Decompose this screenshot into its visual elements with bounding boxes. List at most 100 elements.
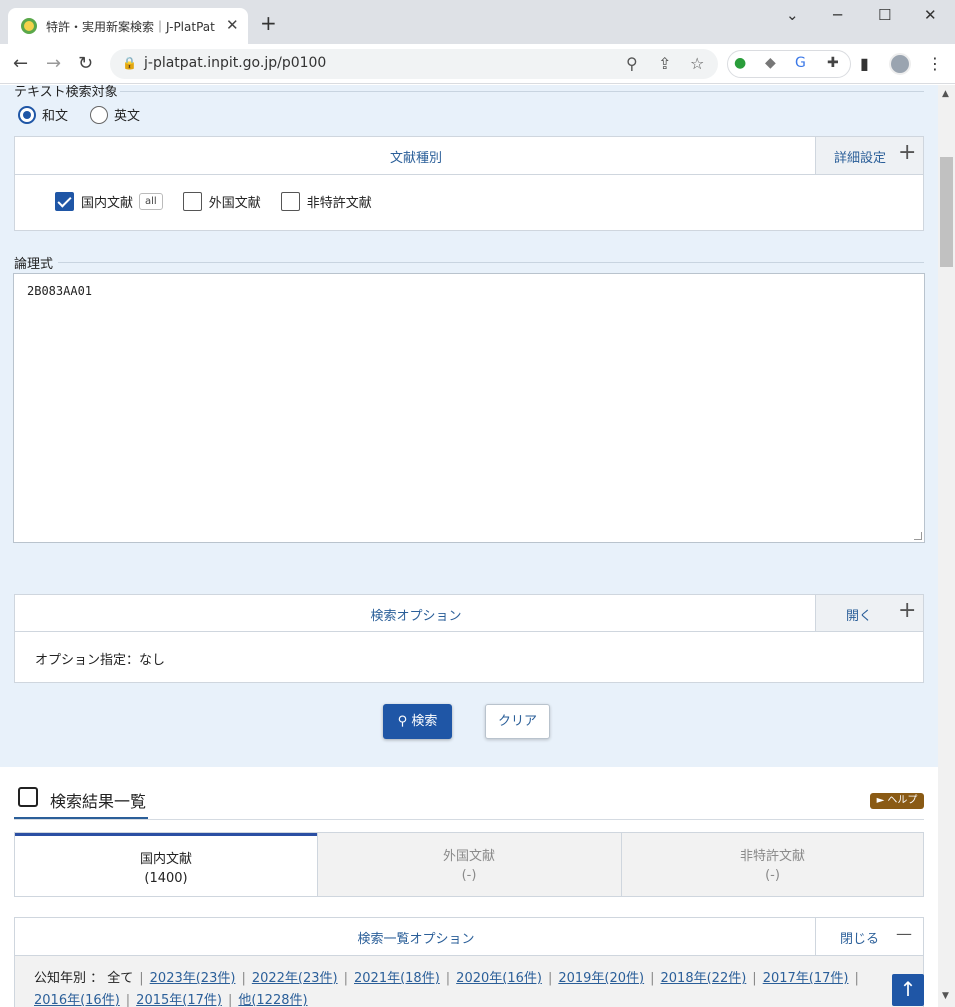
radio-japanese[interactable] <box>18 105 36 124</box>
year-filter-row: 公知年別 ： 全て | 2023年(23件) | 2022年(23件) | 2021年(18… <box>34 971 859 1007</box>
tab-non-patent[interactable]: 非特許文献 (-) <box>622 833 923 896</box>
search-button-label: 検索 <box>411 714 438 729</box>
checkbox-domestic-label[interactable]: 国内文献 <box>81 192 133 211</box>
year-link[interactable]: 2023年(23件) <box>150 971 236 986</box>
list-option-panel: 検索一覧オプション 閉じる — 公知年別 ： 全て | 2023年(23件) | 202… <box>14 917 924 1007</box>
list-option-header: 検索一覧オプション 閉じる — <box>15 918 923 956</box>
tab-domestic[interactable]: 国内文献 (1400) <box>15 833 317 896</box>
text-target-radio-group: 和文 英文 <box>18 105 162 124</box>
translate-extension-icon[interactable]: G <box>795 55 806 71</box>
new-tab-button[interactable]: + <box>260 13 277 33</box>
radio-japanese-label[interactable]: 和文 <box>42 105 68 124</box>
extensions-group: ● ◆ G ✚ <box>727 50 851 78</box>
detail-settings-label[interactable]: 詳細設定 <box>834 147 886 166</box>
text-target-legend: テキスト検索対象 <box>14 85 118 100</box>
radio-english-label[interactable]: 英文 <box>114 105 140 124</box>
help-button[interactable]: ► ヘルプ <box>870 793 924 809</box>
doc-type-header: 文献種別 詳細設定 + <box>15 137 923 175</box>
doc-type-panel: 文献種別 詳細設定 + 国内文献 all 外国文献 非特許文献 <box>14 136 924 231</box>
tab-search-icon[interactable]: ⌄ <box>786 6 799 24</box>
plus-icon[interactable]: + <box>898 599 916 623</box>
side-panel-icon[interactable]: ▮ <box>860 54 869 73</box>
tab-domestic-label: 国内文献 <box>139 852 192 867</box>
maximize-button[interactable]: ☐ <box>878 6 891 24</box>
tab-domestic-count: (1400) <box>144 871 188 886</box>
page-viewport: テキスト検索対象 和文 英文 文献種別 詳細設定 + 国内文献 all 外国文献 非特許… <box>0 85 938 1007</box>
tab-non-patent-count: (-) <box>765 868 780 883</box>
tab-close-icon[interactable]: ✕ <box>226 16 239 34</box>
year-link[interactable]: 2017年(17件) <box>763 971 849 986</box>
year-link[interactable]: 2020年(16件) <box>456 971 542 986</box>
option-status-text: オプション指定：なし <box>35 653 166 668</box>
zoom-icon[interactable]: ⚲ <box>626 54 638 73</box>
formula-textarea[interactable]: 2B083AA01 <box>13 273 925 543</box>
search-option-panel: 検索オプション 開く + オプション指定：なし <box>14 594 924 683</box>
tab-foreign[interactable]: 外国文献 (-) <box>318 833 620 896</box>
formula-value: 2B083AA01 <box>27 284 93 298</box>
back-to-top-button[interactable]: ↑ <box>892 974 924 1006</box>
reload-icon[interactable]: ↻ <box>78 53 93 74</box>
scrollbar-thumb[interactable] <box>940 157 953 267</box>
formula-divider <box>58 262 924 263</box>
year-filter-area: 公知年別 ： 全て | 2023年(23件) | 2022年(23件) | 2021年(18… <box>15 956 923 1007</box>
page-scrollbar[interactable]: ▲ ▼ <box>938 85 955 1007</box>
share-icon[interactable]: ⇪ <box>658 54 671 73</box>
year-link[interactable]: 2016年(16件) <box>34 993 120 1007</box>
browser-tab-bar: 特許・実用新案検索｜J-PlatPat [JPP] ✕ + ⌄ ─ ☐ ✕ <box>0 0 955 44</box>
close-window-button[interactable]: ✕ <box>924 6 937 24</box>
close-label[interactable]: 閉じる <box>840 928 879 947</box>
checkbox-foreign[interactable] <box>182 192 202 211</box>
plus-icon[interactable]: + <box>898 141 916 165</box>
doc-result-tabs: 国内文献 (1400) 外国文献 (-) 非特許文献 (-) <box>14 832 924 897</box>
results-title-underline <box>14 817 148 819</box>
omnibox[interactable]: 🔒 j-platpat.inpit.go.jp/p0100 ⚲ ⇪ ☆ <box>110 49 718 79</box>
browser-tab[interactable]: 特許・実用新案検索｜J-PlatPat [JPP] ✕ <box>8 8 248 44</box>
tab-foreign-label: 外国文献 <box>442 849 495 864</box>
all-badge[interactable]: all <box>139 193 163 210</box>
clear-button[interactable]: クリア <box>485 704 550 739</box>
doc-type-detail-toggle[interactable]: 詳細設定 + <box>815 137 923 174</box>
profile-avatar[interactable] <box>889 53 911 75</box>
doc-type-checkboxes: 国内文献 all 外国文献 非特許文献 <box>55 192 378 211</box>
open-label[interactable]: 開く <box>846 605 872 624</box>
checkbox-foreign-label[interactable]: 外国文献 <box>209 192 261 211</box>
list-option-title: 検索一覧オプション <box>357 932 475 947</box>
checkbox-non-patent-label[interactable]: 非特許文献 <box>307 192 372 211</box>
search-option-title: 検索オプション <box>370 609 462 624</box>
year-link[interactable]: 2018年(22件) <box>661 971 747 986</box>
doc-type-title: 文献種別 <box>389 151 442 166</box>
year-link[interactable]: 2019年(20件) <box>558 971 644 986</box>
year-link[interactable]: 2015年(17件) <box>136 993 222 1007</box>
forward-icon[interactable]: → <box>46 53 61 74</box>
back-icon[interactable]: ← <box>13 53 28 74</box>
year-link[interactable]: 2021年(18件) <box>354 971 440 986</box>
dropbox-extension-icon[interactable]: ◆ <box>765 55 776 71</box>
legend-divider <box>120 91 924 92</box>
menu-kebab-icon[interactable]: ⋮ <box>927 54 943 73</box>
extensions-puzzle-icon[interactable]: ✚ <box>827 55 839 71</box>
search-button[interactable]: ⚲ 検索 <box>383 704 452 739</box>
site-favicon-icon <box>21 18 37 34</box>
list-option-toggle[interactable]: 閉じる — <box>815 918 923 955</box>
results-divider <box>14 819 924 820</box>
scroll-down-arrow-icon[interactable]: ▼ <box>942 991 949 1001</box>
minimize-button[interactable]: ─ <box>833 6 842 24</box>
resize-handle[interactable] <box>914 532 922 540</box>
year-link-other[interactable]: 他(1228件) <box>238 993 307 1007</box>
year-link[interactable]: 2022年(23件) <box>252 971 338 986</box>
url-text[interactable]: j-platpat.inpit.go.jp/p0100 <box>144 55 326 71</box>
search-option-toggle[interactable]: 開く + <box>815 595 923 631</box>
radio-english[interactable] <box>90 105 109 124</box>
results-search-icon <box>18 787 38 807</box>
tab-non-patent-label: 非特許文献 <box>739 849 805 864</box>
formula-label: 論理式 <box>14 257 54 272</box>
minus-icon[interactable]: — <box>896 922 912 946</box>
evernote-extension-icon[interactable]: ● <box>734 55 746 71</box>
checkbox-non-patent[interactable] <box>280 192 300 211</box>
scroll-up-arrow-icon[interactable]: ▲ <box>942 89 949 99</box>
bookmark-star-icon[interactable]: ☆ <box>690 54 704 73</box>
results-title: 検索結果一覧 <box>50 792 147 811</box>
checkbox-domestic[interactable] <box>55 192 74 211</box>
tab-foreign-count: (-) <box>461 868 477 883</box>
address-toolbar: ← → ↻ 🔒 j-platpat.inpit.go.jp/p0100 ⚲ ⇪ … <box>0 44 955 84</box>
